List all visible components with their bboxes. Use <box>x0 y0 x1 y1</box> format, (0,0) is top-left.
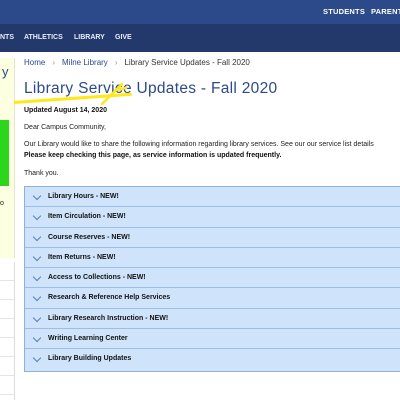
page-title: Library Service Updates - Fall 2020 <box>24 80 278 97</box>
breadcrumb: Home › Milne Library › Library Service Updat… <box>24 58 250 67</box>
accordion-item-label: Library Building Updates <box>48 355 132 363</box>
sidebar-list-item[interactable] <box>0 300 14 319</box>
nav-link-library[interactable]: LIBRARY <box>74 24 105 52</box>
chevron-down-icon <box>32 293 42 302</box>
accordion-item-label: Library Hours - NEW! <box>48 193 119 200</box>
accordion-item-label: Writing Learning Center <box>48 335 128 343</box>
accordion-item-item-returns[interactable]: Item Returns - NEW! <box>25 248 400 269</box>
chevron-down-icon <box>32 232 42 241</box>
chevron-down-icon <box>32 272 42 282</box>
top-utility-bar: STUDENTS PARENTS <box>0 0 400 24</box>
service-accordion: Library Hours - NEW! Item Circulation - … <box>24 186 400 372</box>
accordion-item-label: Library Research Instruction - NEW! <box>48 314 169 322</box>
accordion-item-course-reserves[interactable]: Course Reserves - NEW! <box>25 228 400 248</box>
sidebar-list <box>0 262 15 400</box>
keep-checking-notice: Please keep checking this page, as servi… <box>24 152 282 159</box>
sidebar-list-item[interactable] <box>0 338 14 357</box>
chevron-down-icon <box>32 333 42 343</box>
highlighter-check-mark <box>100 82 128 106</box>
greeting-text: Dear Campus Community, <box>24 124 106 131</box>
accordion-item-library-hours[interactable]: Library Hours - NEW! <box>25 187 400 208</box>
sidebar-list-item[interactable] <box>0 281 14 300</box>
accordion-item-writing-learning-center[interactable]: Writing Learning Center <box>25 329 400 350</box>
breadcrumb-chevron-icon: › <box>114 58 118 67</box>
accordion-item-label: Item Circulation - NEW! <box>48 213 126 221</box>
chevron-down-icon <box>32 212 42 221</box>
accordion-item-label: Item Returns - NEW! <box>48 253 116 261</box>
nav-link-students-partial[interactable]: NTS <box>0 24 14 52</box>
sidebar-highlight-mark <box>0 120 9 186</box>
sidebar-list-item[interactable] <box>0 262 14 281</box>
sidebar-item-fragment[interactable]: o <box>0 200 4 207</box>
nav-link-athletics[interactable]: ATHLETICS <box>24 24 63 52</box>
accordion-item-label: Research & Reference Help Services <box>48 294 171 302</box>
nav-link-give[interactable]: GIVE <box>115 24 132 52</box>
thanks-text: Thank you. <box>24 170 59 177</box>
accordion-item-label: Course Reserves - NEW! <box>48 233 131 241</box>
breadcrumb-current: Library Service Updates - Fall 2020 <box>124 58 250 67</box>
sidebar-list-item[interactable] <box>0 319 14 338</box>
top-link-students[interactable]: STUDENTS <box>323 0 365 24</box>
sidebar-list-item[interactable] <box>0 357 14 376</box>
sidebar-list-item[interactable] <box>0 376 14 395</box>
accordion-item-label: Access to Collections - NEW! <box>48 274 146 282</box>
accordion-item-item-circulation[interactable]: Item Circulation - NEW! <box>25 207 400 228</box>
accordion-item-research-instruction[interactable]: Library Research Instruction - NEW! <box>25 309 400 330</box>
accordion-item-building-updates[interactable]: Library Building Updates <box>25 349 400 369</box>
accordion-item-research-reference-help[interactable]: Research & Reference Help Services <box>25 288 400 309</box>
chevron-down-icon <box>32 252 42 262</box>
chevron-down-icon <box>32 354 42 363</box>
accordion-item-access-to-collections[interactable]: Access to Collections - NEW! <box>25 268 400 289</box>
breadcrumb-home-link[interactable]: Home <box>24 58 45 67</box>
intro-text: Our Library would like to share the foll… <box>24 141 374 148</box>
breadcrumb-chevron-icon: › <box>52 58 56 67</box>
breadcrumb-library-link[interactable]: Milne Library <box>62 58 108 67</box>
sidebar-title-fragment: y <box>2 64 9 79</box>
chevron-down-icon <box>32 313 42 323</box>
updated-date: Updated August 14, 2020 <box>24 107 107 114</box>
chevron-down-icon <box>32 191 42 201</box>
main-nav: NTS ATHLETICS LIBRARY GIVE <box>0 24 400 52</box>
top-link-parents[interactable]: PARENTS <box>371 0 400 24</box>
